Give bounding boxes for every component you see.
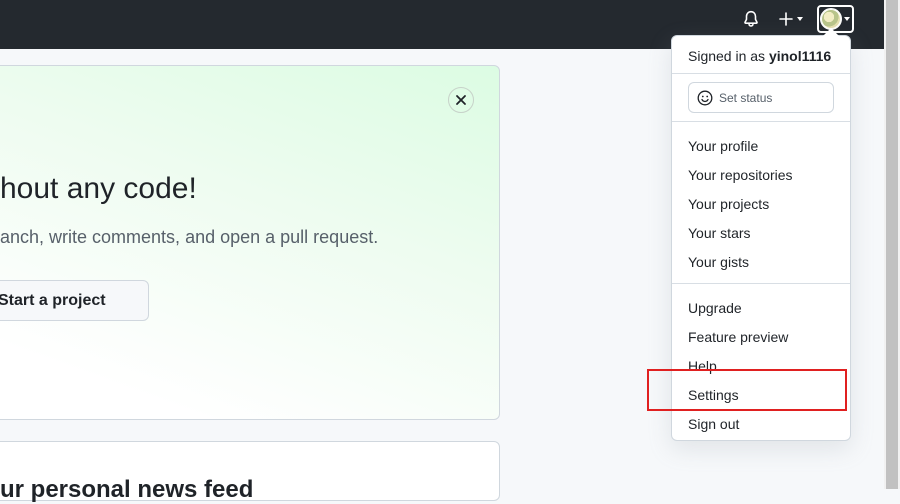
menu-divider: [672, 73, 850, 74]
set-status-label: Set status: [719, 90, 773, 105]
avatar: [819, 8, 842, 30]
menu-item-your-projects[interactable]: Your projects: [688, 196, 769, 212]
username: yinol1116: [768, 48, 832, 64]
start-project-button[interactable]: Start a project: [0, 280, 149, 321]
dropdown-arrow: [823, 28, 839, 36]
settings-highlight-annotation: [647, 369, 847, 411]
scrollbar-thumb[interactable]: [886, 0, 898, 489]
bell-icon: [744, 10, 758, 27]
menu-item-sign-out[interactable]: Sign out: [688, 416, 739, 432]
banner-title: hout any code!: [0, 172, 197, 205]
banner-subtitle: anch, write comments, and open a pull re…: [0, 227, 379, 247]
close-icon: [456, 95, 466, 105]
scrollbar[interactable]: [884, 0, 900, 489]
signed-in-label: Signed in as yinol1116: [688, 48, 832, 64]
menu-divider: [672, 283, 850, 284]
smiley-icon: [697, 90, 713, 105]
chevron-down-icon: [843, 17, 850, 21]
notifications-button[interactable]: [740, 8, 762, 30]
news-feed-title: ur personal news feed: [0, 476, 254, 503]
chevron-down-icon: [796, 17, 803, 21]
create-new-button[interactable]: [774, 8, 806, 30]
menu-item-your-repositories[interactable]: Your repositories: [688, 167, 793, 183]
user-menu-button[interactable]: [816, 5, 854, 33]
plus-icon: [778, 12, 793, 26]
menu-item-your-stars[interactable]: Your stars: [688, 225, 751, 241]
menu-item-your-gists[interactable]: Your gists: [688, 254, 749, 270]
menu-item-upgrade[interactable]: Upgrade: [688, 300, 742, 316]
set-status-button[interactable]: Set status: [688, 82, 834, 113]
menu-divider: [672, 121, 850, 122]
menu-item-your-profile[interactable]: Your profile: [688, 138, 758, 154]
menu-item-feature-preview[interactable]: Feature preview: [688, 329, 788, 345]
dismiss-banner-button[interactable]: [448, 87, 474, 113]
